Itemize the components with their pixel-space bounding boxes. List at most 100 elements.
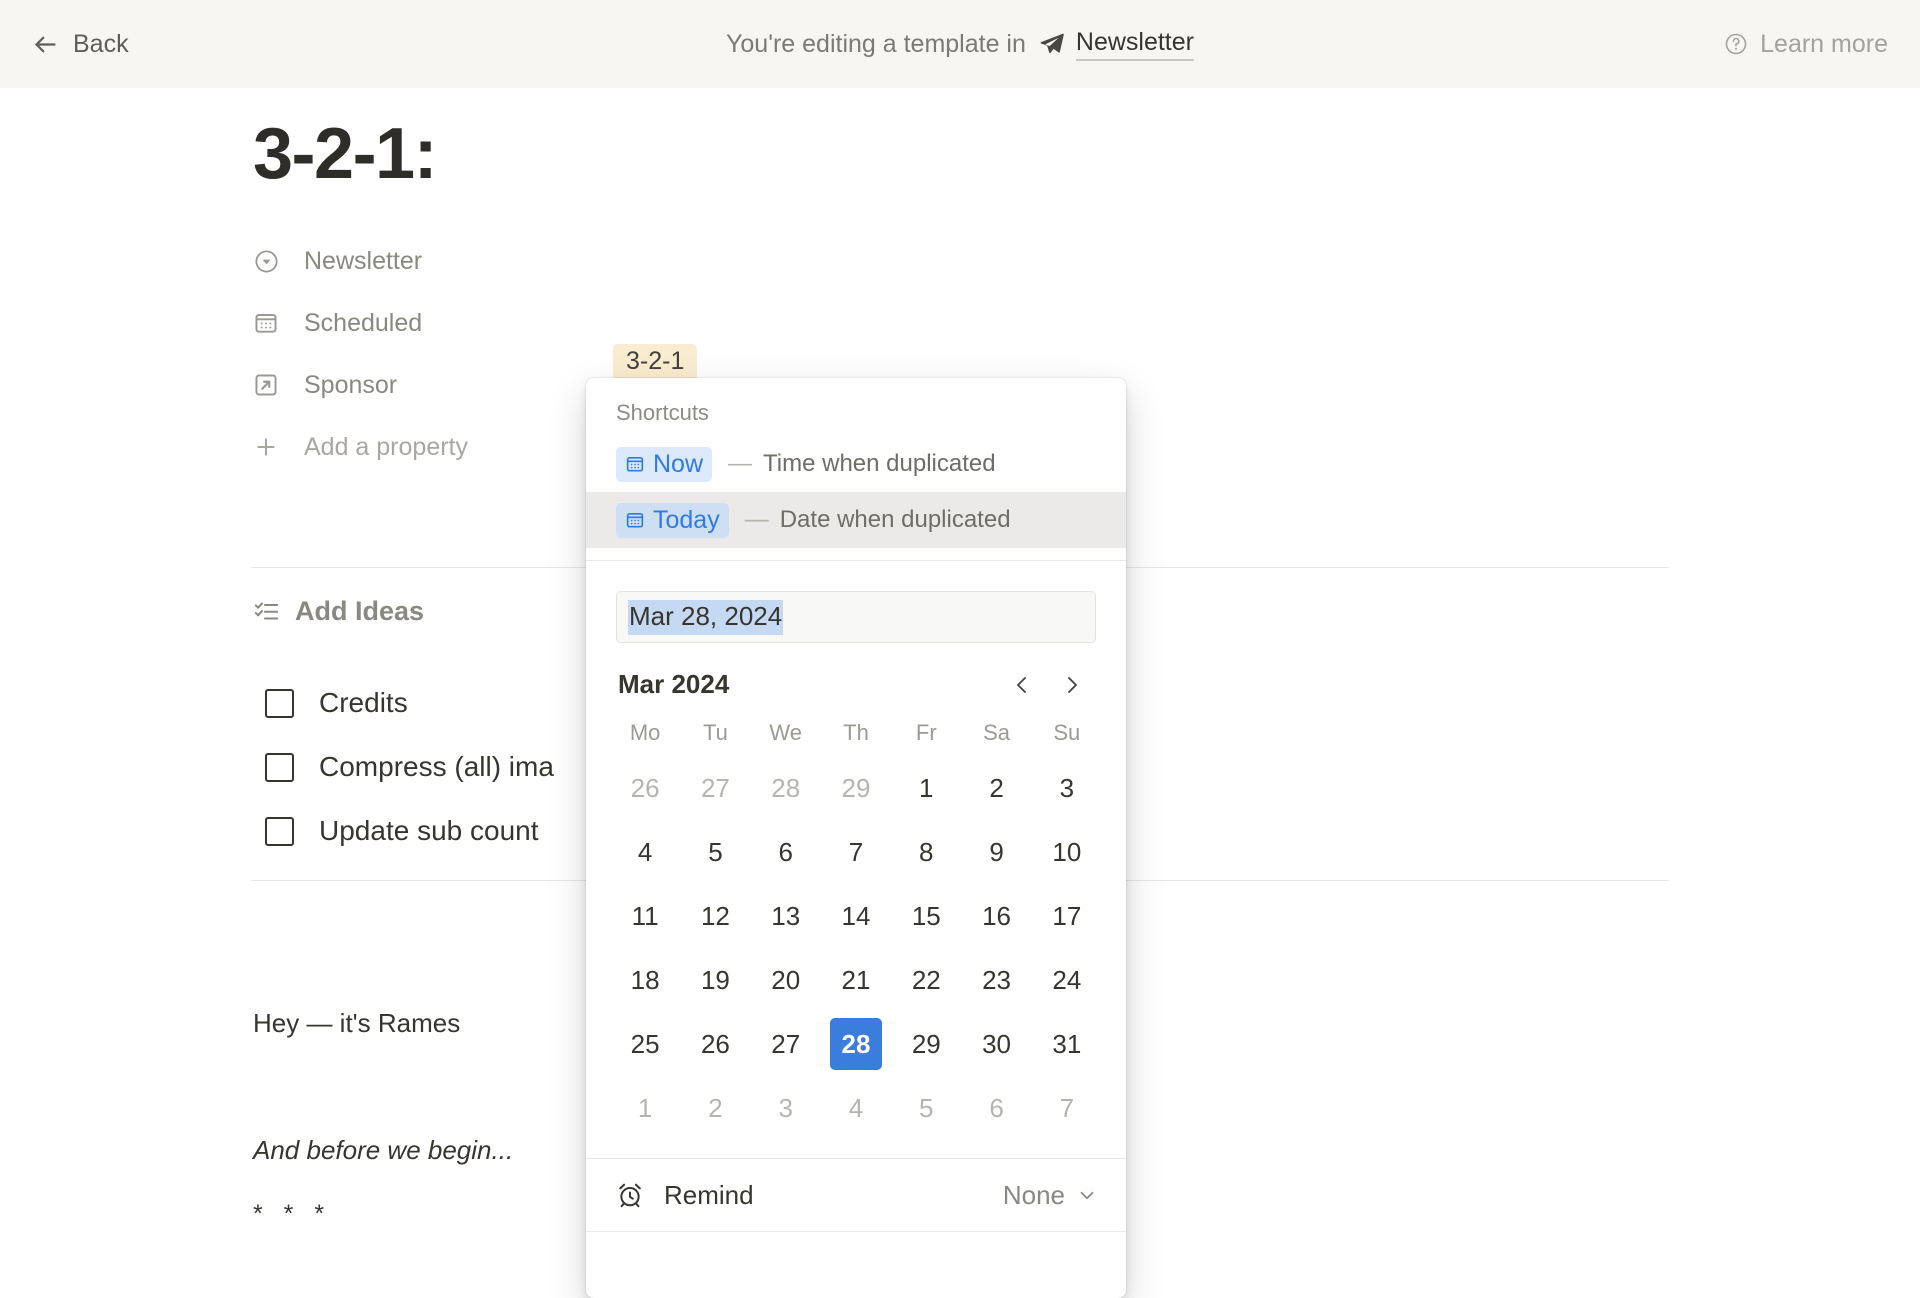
calendar-day[interactable]: 11 [610, 884, 680, 948]
workspace-link-label: Newsletter [1075, 28, 1194, 61]
property-row-newsletter[interactable]: Newsletter [253, 230, 813, 292]
calendar-day[interactable]: 7 [1032, 1076, 1102, 1140]
calendar-day[interactable]: 2 [961, 756, 1031, 820]
weekday-label: Th [843, 720, 869, 745]
calendar-day[interactable]: 31 [1032, 1012, 1102, 1076]
remind-value-select[interactable]: None [1003, 1180, 1098, 1211]
shortcut-row-now[interactable]: Now — Time when duplicated [586, 436, 1126, 492]
calendar-day[interactable]: 30 [961, 1012, 1031, 1076]
calendar-day[interactable]: 27 [751, 1012, 821, 1076]
calendar-day[interactable]: 21 [821, 948, 891, 1012]
calendar-day[interactable]: 13 [751, 884, 821, 948]
calendar-week-row: 4 5 6 7 8 9 10 [610, 820, 1102, 884]
calendar-day[interactable]: 6 [961, 1076, 1031, 1140]
weekday-label: Mo [629, 720, 661, 745]
calendar-day[interactable]: 12 [680, 884, 750, 948]
calendar-day[interactable]: 8 [891, 820, 961, 884]
calendar-day[interactable]: 15 [891, 884, 961, 948]
calendar-header: Mar 2024 [586, 643, 1126, 704]
date-picker-popup: Shortcuts Now — Time when duplicated Tod… [586, 378, 1126, 1298]
workspace-link[interactable]: Newsletter [1039, 28, 1194, 61]
shortcuts-heading: Shortcuts [616, 400, 709, 425]
plus-icon [253, 432, 287, 462]
body-paragraph-greeting[interactable]: Hey — it's Rames [253, 1008, 460, 1039]
remind-row[interactable]: Remind None [586, 1159, 1126, 1231]
calendar-day[interactable]: 24 [1032, 948, 1102, 1012]
calendar-day[interactable]: 7 [821, 820, 891, 884]
calendar-day[interactable]: 29 [821, 756, 891, 820]
calendar-day[interactable]: 29 [891, 1012, 961, 1076]
calendar-day-selected[interactable]: 28 [821, 1012, 891, 1076]
shortcut-pill-label: Today [653, 505, 720, 534]
calendar-day[interactable]: 22 [891, 948, 961, 1012]
calendar-week-row: 18 19 20 21 22 23 24 [610, 948, 1102, 1012]
calendar-day[interactable]: 4 [821, 1076, 891, 1140]
property-label: Newsletter [304, 246, 423, 275]
property-row-scheduled[interactable]: Scheduled [253, 292, 813, 354]
todo-item[interactable]: Compress (all) ima [265, 735, 554, 799]
calendar-day[interactable]: 23 [961, 948, 1031, 1012]
date-input[interactable]: Mar 28, 2024 [616, 591, 1096, 643]
calendar-icon [625, 454, 645, 474]
todo-item[interactable]: Update sub count [265, 799, 554, 863]
property-label: Sponsor [304, 370, 398, 399]
calendar-month-label: Mar 2024 [618, 669, 730, 699]
question-circle-icon [1724, 32, 1748, 56]
calendar-day[interactable]: 1 [610, 1076, 680, 1140]
calendar-day[interactable]: 5 [891, 1076, 961, 1140]
calendar-weekday-row: Mo Tu We Th Fr Sa Su [610, 714, 1102, 756]
calendar-week-row: 25 26 27 28 29 30 31 [610, 1012, 1102, 1076]
page-title[interactable]: 3-2-1: [253, 113, 438, 195]
remind-left: Remind [616, 1180, 754, 1211]
shortcut-row-today[interactable]: Today — Date when duplicated [586, 492, 1126, 548]
calendar-day[interactable]: 3 [1032, 756, 1102, 820]
calendar-day[interactable]: 27 [680, 756, 750, 820]
remind-label: Remind [664, 1179, 754, 1210]
remind-value: None [1002, 1179, 1065, 1210]
todo-label: Update sub count [319, 815, 539, 846]
chevron-right-icon[interactable] [1060, 671, 1084, 699]
calendar-day[interactable]: 19 [680, 948, 750, 1012]
banner-center: You're editing a template in Newsletter [0, 28, 1920, 61]
banner-text: You're editing a template in [726, 29, 1026, 58]
chevron-down-icon [1076, 1184, 1098, 1206]
calendar-day[interactable]: 6 [751, 820, 821, 884]
template-editing-banner: Back You're editing a template in Newsle… [0, 0, 1920, 88]
todo-label: Credits [319, 687, 408, 718]
todo-label: Compress (all) ima [319, 751, 554, 782]
todo-checkbox[interactable] [265, 752, 294, 782]
learn-more-button[interactable]: Learn more [1724, 30, 1888, 59]
add-ideas-heading[interactable]: Add Ideas [253, 596, 424, 627]
page-body: 3-2-1: Newsletter Scheduled Sponsor Add … [0, 88, 1920, 1298]
tag-chip-3-2-1[interactable]: 3-2-1 [613, 344, 698, 381]
add-property-label: Add a property [304, 432, 468, 461]
todo-checkbox[interactable] [265, 688, 294, 718]
chevron-left-icon[interactable] [1010, 671, 1034, 699]
body-paragraph-separator[interactable]: * * * [253, 1200, 331, 1229]
popup-bottom-strip [586, 1232, 1126, 1272]
date-input-value: Mar 28, 2024 [628, 599, 784, 635]
calendar-day[interactable]: 5 [680, 820, 750, 884]
calendar-day[interactable]: 3 [751, 1076, 821, 1140]
calendar-day[interactable]: 17 [1032, 884, 1102, 948]
calendar-day[interactable]: 10 [1032, 820, 1102, 884]
shortcut-description: Time when duplicated [763, 450, 996, 477]
body-paragraph-intro[interactable]: And before we begin... [253, 1135, 513, 1166]
calendar-day[interactable]: 25 [610, 1012, 680, 1076]
calendar-day[interactable]: 9 [961, 820, 1031, 884]
arrow-up-right-box-icon [253, 370, 287, 400]
calendar-day[interactable]: 16 [961, 884, 1031, 948]
todo-checkbox[interactable] [265, 816, 294, 846]
calendar-day[interactable]: 26 [610, 756, 680, 820]
calendar-day[interactable]: 14 [821, 884, 891, 948]
calendar-day[interactable]: 2 [680, 1076, 750, 1140]
calendar-day[interactable]: 26 [680, 1012, 750, 1076]
todo-item[interactable]: Credits [265, 671, 554, 735]
calendar-day[interactable]: 18 [610, 948, 680, 1012]
calendar-grid: Mo Tu We Th Fr Sa Su 26 27 28 29 1 2 3 4 5 6 7 8 9 10… [586, 704, 1126, 1140]
calendar-day[interactable]: 28 [751, 756, 821, 820]
calendar-day[interactable]: 20 [751, 948, 821, 1012]
paper-plane-icon [1039, 31, 1065, 57]
calendar-day[interactable]: 4 [610, 820, 680, 884]
calendar-day[interactable]: 1 [891, 756, 961, 820]
